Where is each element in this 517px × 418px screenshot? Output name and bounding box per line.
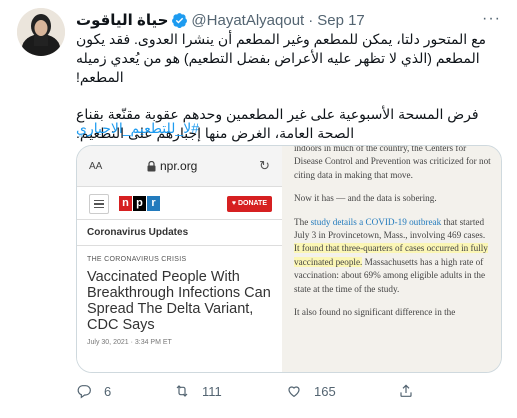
url-display: npr.org — [147, 159, 197, 173]
donate-button: ♥ DONATE — [226, 196, 272, 212]
article-paragraph-2: Now it has — and the data is sobering. — [294, 193, 437, 204]
lock-icon — [147, 160, 156, 171]
reply-button[interactable]: 6 — [76, 383, 111, 399]
study-link: study details a COVID-19 outbreak — [310, 216, 442, 227]
heart-icon — [288, 386, 300, 398]
npr-header: n p r ♥ DONATE — [77, 186, 282, 220]
tweet-text: مع المتحور دلتا، يمكن للمطعم وغير المطعم… — [76, 30, 496, 161]
handle[interactable]: @HayatAlyaqout — [191, 12, 304, 29]
separator-dot: · — [308, 11, 314, 29]
article-headline: Vaccinated People With Breakthrough Infe… — [87, 269, 271, 333]
retweet-button[interactable]: 111 — [174, 383, 222, 399]
npr-logo: n p r — [119, 196, 160, 211]
url-text: npr.org — [160, 159, 198, 173]
article-paragraph-3: The study details a COVID-19 outbreak th… — [294, 216, 488, 294]
share-icon — [400, 384, 412, 397]
avatar[interactable] — [17, 8, 65, 56]
npr-article-header: THE CORONAVIRUS CRISIS Vaccinated People… — [77, 246, 282, 372]
reply-icon — [77, 385, 91, 399]
tweet-paragraph-1: مع المتحور دلتا، يمكن للمطعم وغير المطعم… — [76, 31, 487, 85]
like-button[interactable]: 165 — [286, 383, 336, 399]
verified-badge-icon — [172, 12, 188, 28]
article-paragraph-4: It also found no significant difference … — [294, 307, 456, 318]
hamburger-menu-icon — [89, 194, 109, 214]
media-image[interactable]: AA npr.org ↻ n p r ♥ DONATE Coronavirus … — [76, 145, 502, 373]
phone-screenshot: AA npr.org ↻ n p r ♥ DONATE Coronavirus … — [77, 146, 282, 372]
share-button[interactable] — [398, 383, 414, 399]
display-name[interactable]: حياة الياقوت — [76, 11, 168, 29]
like-count: 165 — [314, 383, 336, 399]
tweet[interactable]: حياة الياقوت @HayatAlyaqout · Sep 17 ···… — [0, 0, 517, 418]
timestamp[interactable]: Sep 17 — [317, 12, 365, 29]
more-options-icon[interactable]: ··· — [482, 10, 501, 28]
avatar-photo — [17, 8, 65, 56]
text-size-button: AA — [89, 160, 103, 172]
section-title: Coronavirus Updates — [77, 220, 282, 246]
reload-icon: ↻ — [259, 158, 270, 173]
browser-url-bar: AA npr.org ↻ — [77, 146, 282, 186]
article-paragraph-1: indoors in much of the country, the Cent… — [294, 145, 491, 180]
article-date: July 30, 2021 · 3:34 PM ET — [87, 339, 172, 346]
article-eyebrow: THE CORONAVIRUS CRISIS — [87, 256, 187, 263]
tweet-header: حياة الياقوت @HayatAlyaqout · Sep 17 ··· — [76, 10, 501, 30]
retweet-icon — [176, 385, 188, 397]
tweet-actions: 6 111 165 — [76, 383, 502, 403]
reply-count: 6 — [104, 383, 112, 399]
retweet-count: 111 — [202, 383, 222, 399]
hashtag-link[interactable]: #لا_للتطعيم_الاجباري — [76, 120, 496, 137]
article-excerpt: indoors in much of the country, the Cent… — [282, 145, 501, 372]
